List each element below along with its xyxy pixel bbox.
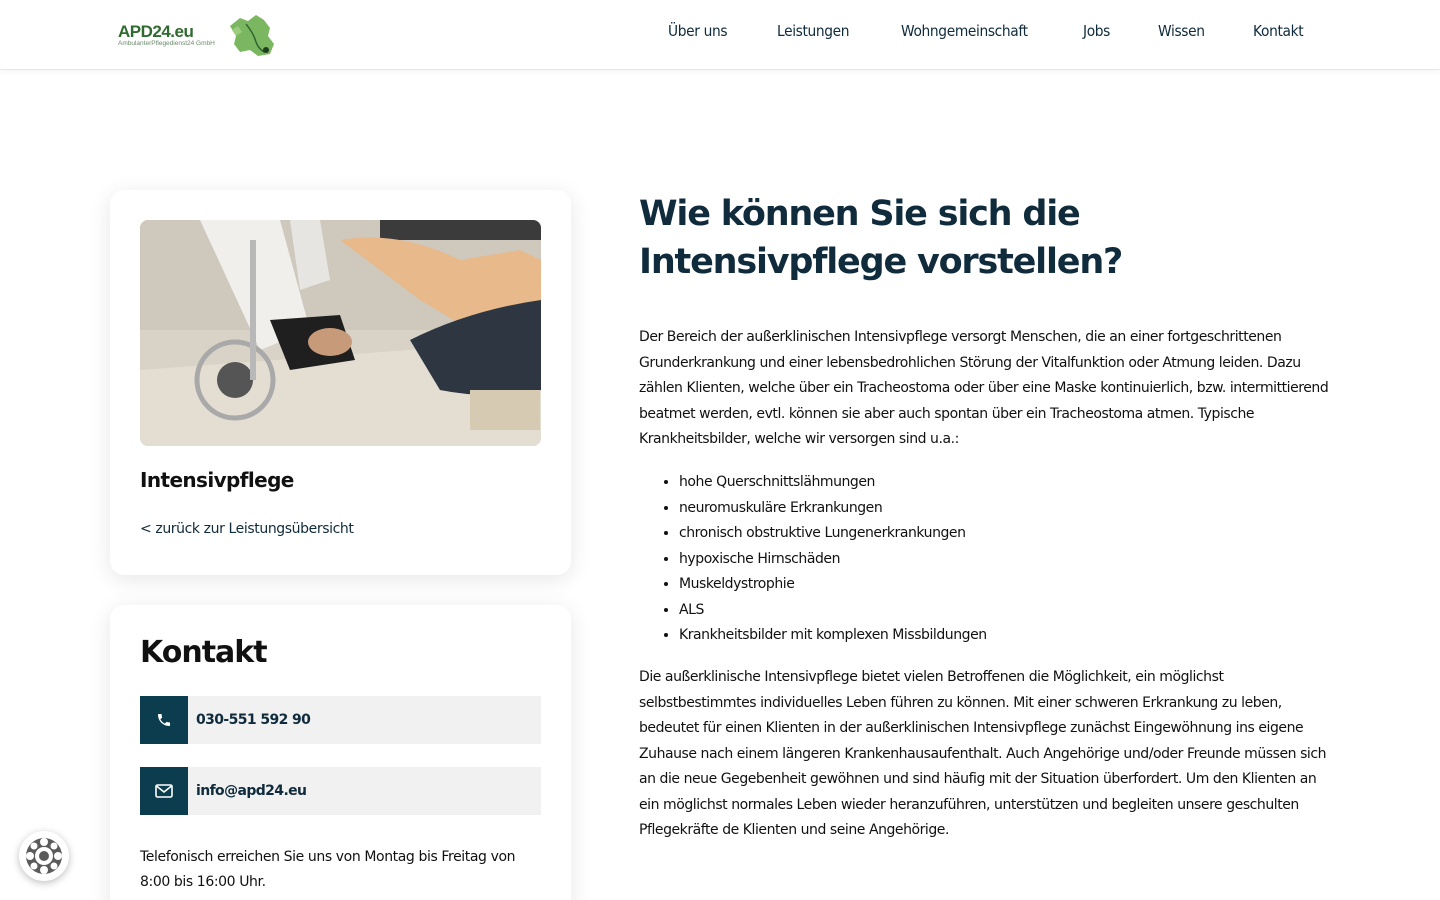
envelope-icon: [140, 767, 188, 815]
phone-contact[interactable]: 030-551 592 90: [140, 696, 541, 744]
list-item: hohe Querschnittslähmungen: [679, 470, 987, 496]
list-item: chronisch obstruktive Lungenerkrankungen: [679, 521, 987, 547]
email-contact[interactable]: info@apd24.eu: [140, 767, 541, 815]
map-logo-icon: [230, 15, 274, 56]
contact-title: Kontakt: [140, 635, 268, 670]
service-card: Intensivpflege < zurück zur Leistungsübe…: [110, 190, 571, 575]
logo-subtext: AmbulanterPflegedienst24 GmbH: [118, 40, 215, 47]
nav-wissen[interactable]: Wissen: [1158, 22, 1205, 40]
cookie-settings-button[interactable]: [19, 831, 69, 881]
nav-ueber-uns[interactable]: Über uns: [668, 22, 728, 40]
disease-list: hohe Querschnittslähmungen neuromuskulär…: [679, 470, 987, 649]
intensivpflege-photo: [140, 220, 541, 446]
page-headline: Wie können Sie sich die Intensivpflege v…: [639, 194, 1123, 282]
caregiver-wheelchair-image: [140, 220, 541, 446]
nav-leistungen[interactable]: Leistungen: [777, 22, 850, 40]
list-item: ALS: [679, 598, 987, 624]
list-item: Krankheitsbilder mit komplexen Missbildu…: [679, 623, 987, 649]
back-to-services-link[interactable]: < zurück zur Leistungsübersicht: [140, 521, 354, 537]
main-content: Wie können Sie sich die Intensivpflege v…: [639, 190, 1339, 838]
site-header: APD24.eu AmbulanterPflegedienst24 GmbH Ü…: [0, 0, 1440, 70]
logo-text: APD24.eu: [118, 22, 194, 41]
nav-kontakt[interactable]: Kontakt: [1253, 22, 1304, 40]
list-item: Muskeldystrophie: [679, 572, 987, 598]
intro-paragraph: Der Bereich der außerklinischen Intensiv…: [639, 329, 1329, 447]
email-address: info@apd24.eu: [196, 783, 307, 799]
outro-paragraph: Die außerklinische Intensivpflege bietet…: [639, 669, 1327, 838]
nav-jobs[interactable]: Jobs: [1083, 22, 1110, 40]
cookie-settings-icon: [26, 838, 62, 874]
site-logo[interactable]: APD24.eu AmbulanterPflegedienst24 GmbH: [118, 10, 288, 60]
phone-number: 030-551 592 90: [196, 712, 311, 728]
service-title: Intensivpflege: [140, 468, 294, 492]
phone-hours: Telefonisch erreichen Sie uns von Montag…: [140, 849, 516, 890]
contact-card: Kontakt 030-551 592 90 info@apd24.eu Tel…: [110, 605, 571, 900]
phone-icon: [140, 696, 188, 744]
nav-wohngemeinschaft[interactable]: Wohngemeinschaft: [901, 22, 1028, 40]
list-item: neuromuskuläre Erkrankungen: [679, 496, 987, 522]
main-nav: Über uns Leistungen Wohngemeinschaft Job…: [668, 22, 1308, 40]
list-item: hypoxische Hirnschäden: [679, 547, 987, 573]
